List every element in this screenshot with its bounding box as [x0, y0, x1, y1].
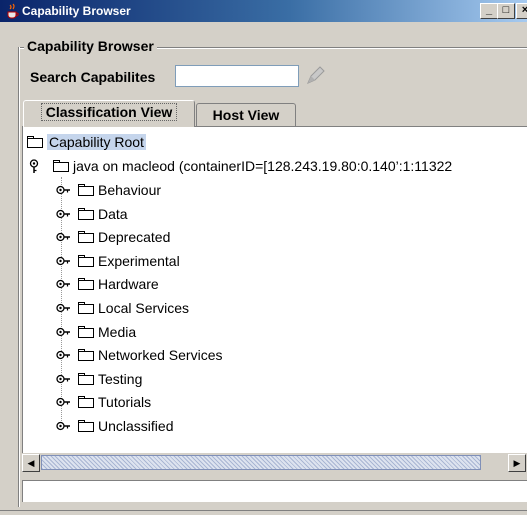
tree-item-label: Deprecated — [98, 229, 171, 246]
folder-icon — [78, 184, 94, 196]
tab-classification-view-label: Classification View — [40, 103, 178, 121]
status-field — [22, 480, 527, 502]
tree-root-label: Capability Root — [47, 134, 146, 150]
folder-icon — [78, 207, 94, 220]
window-title: Capability Browser — [22, 4, 131, 18]
folder-icon — [78, 420, 94, 432]
key-expander-icon[interactable] — [56, 277, 70, 291]
folder-icon — [27, 136, 43, 148]
key-expander-icon[interactable] — [56, 183, 70, 197]
tree-item-label: Tutorials — [98, 394, 152, 411]
minimize-button[interactable]: _ — [480, 3, 498, 19]
folder-icon — [78, 349, 94, 362]
window-titlebar[interactable]: Capability Browser _ □ × — [0, 0, 527, 22]
java-cup-icon — [7, 3, 19, 19]
key-expander-icon[interactable] — [56, 254, 70, 268]
tree-item-label: Experimental — [98, 252, 180, 269]
key-expander-icon[interactable] — [56, 372, 70, 386]
maximize-button[interactable]: □ — [497, 3, 515, 19]
folder-icon — [78, 302, 94, 314]
key-expander-icon[interactable] — [27, 159, 41, 173]
tree-item-label: Data — [98, 205, 128, 222]
group-title: Capability Browser — [24, 38, 157, 54]
tree-panel[interactable]: Capability Root java on macleod (contain… — [22, 126, 527, 453]
key-expander-icon[interactable] — [56, 230, 70, 244]
tab-host-view-label: Host View — [212, 107, 280, 123]
key-expander-icon[interactable] — [56, 325, 70, 339]
folder-icon — [78, 396, 94, 409]
folder-icon — [78, 254, 94, 267]
tree-item-label: Networked Services — [98, 347, 223, 364]
tree-host-node[interactable]: java on macleod (containerID=[128.243.19… — [27, 157, 527, 177]
tree-item-label: Local Services — [98, 300, 190, 316]
key-expander-icon[interactable] — [56, 348, 70, 362]
close-button[interactable]: × — [516, 3, 527, 19]
folder-icon — [78, 278, 94, 291]
search-input[interactable] — [175, 65, 299, 87]
key-expander-icon[interactable] — [56, 207, 70, 221]
window-bottom-edge — [0, 510, 527, 511]
search-label: Search Capabilites — [30, 69, 156, 85]
folder-icon — [78, 325, 94, 338]
folder-icon — [78, 372, 94, 385]
tree-item-label: Behaviour — [98, 182, 162, 198]
scroll-left-button[interactable]: ◀ — [22, 454, 40, 472]
key-expander-icon[interactable] — [56, 301, 70, 315]
tab-classification-view[interactable]: Classification View — [23, 100, 195, 127]
horizontal-scrollbar[interactable]: ◀ ▶ — [22, 454, 527, 472]
tree-host-label: java on macleod (containerID=[128.243.19… — [73, 158, 453, 174]
tree-item-label: Unclassified — [98, 418, 174, 434]
tab-host-view[interactable]: Host View — [196, 103, 296, 127]
tree-item-label: Testing — [98, 370, 143, 387]
tree-item-label: Hardware — [98, 276, 159, 293]
scroll-right-button[interactable]: ▶ — [508, 454, 526, 472]
folder-icon — [53, 160, 69, 172]
key-expander-icon[interactable] — [56, 395, 70, 409]
tree-item-label: Media — [98, 323, 137, 340]
group-border-left — [18, 47, 19, 507]
key-expander-icon[interactable] — [56, 419, 70, 433]
scroll-thumb[interactable] — [41, 455, 481, 470]
folder-icon — [78, 231, 94, 244]
pencil-icon[interactable] — [303, 64, 327, 88]
